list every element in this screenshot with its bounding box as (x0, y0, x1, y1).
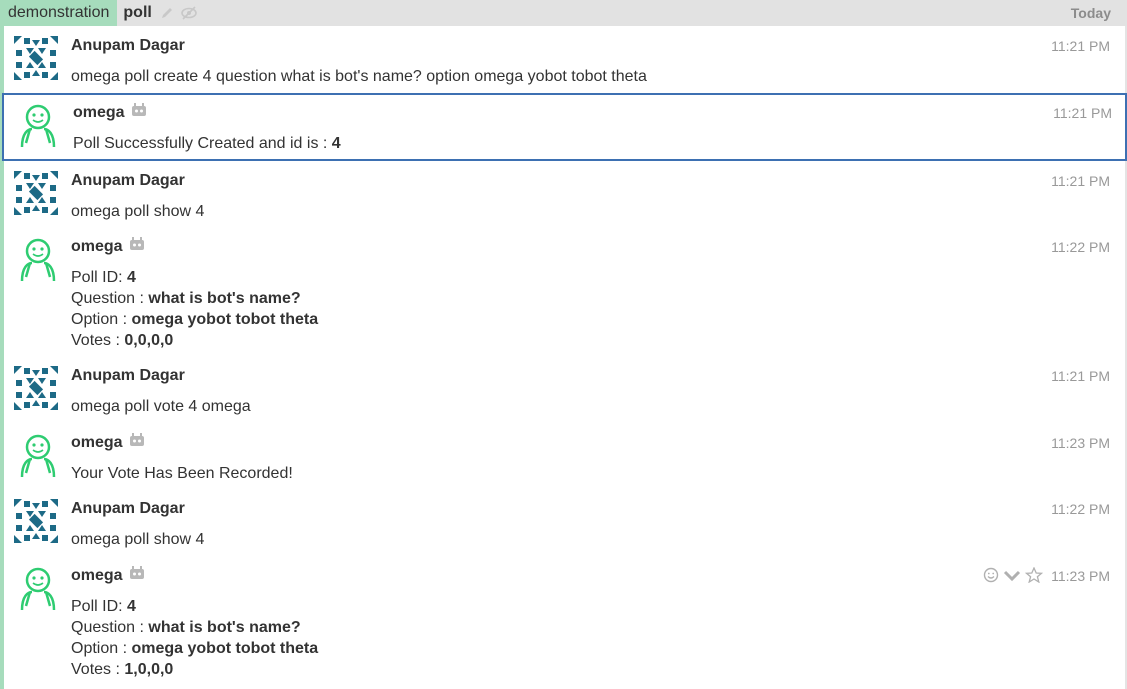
recipient-bar: demonstration poll Today (0, 0, 1127, 26)
bot-avatar[interactable] (16, 237, 60, 282)
poll-id-line: Poll ID: 4 (71, 269, 136, 286)
sender-name[interactable]: Anupam Dagar (71, 366, 185, 386)
message-time[interactable]: 11:21 PM (1051, 368, 1110, 384)
poll-option-line: Option : omega yobot tobot theta (71, 640, 319, 657)
sender-name[interactable]: omega (71, 433, 145, 453)
bot-avatar[interactable] (16, 103, 60, 148)
message-content: Poll ID: 4 Question : what is bot's name… (71, 596, 318, 680)
user-avatar[interactable] (14, 366, 58, 410)
message-time[interactable]: 11:21 PM (1051, 173, 1110, 189)
message-time[interactable]: 11:21 PM (1053, 105, 1112, 121)
message-content: Poll ID: 4 Question : what is bot's name… (71, 267, 318, 351)
pencil-icon[interactable] (160, 6, 174, 20)
message-row[interactable]: Anupam Dagar 11:21 PM omega poll vote 4 … (4, 356, 1125, 423)
poll-votes-line: Votes : 1,0,0,0 (71, 661, 174, 678)
bot-icon (129, 237, 145, 257)
bot-avatar[interactable] (16, 433, 60, 478)
poll-id-line: Poll ID: 4 (71, 598, 136, 615)
user-avatar[interactable] (14, 499, 58, 543)
stream-name[interactable]: demonstration (0, 0, 118, 26)
message-content: omega poll create 4 question what is bot… (71, 68, 647, 85)
message-content: omega poll vote 4 omega (71, 398, 251, 415)
message-content: Your Vote Has Been Recorded! (71, 465, 293, 482)
smile-icon[interactable] (983, 567, 999, 583)
message-time[interactable]: 11:22 PM (1051, 239, 1110, 255)
message-row-selected[interactable]: omega 11:21 PM Poll Successfully Created… (2, 93, 1127, 161)
sender-name[interactable]: omega (73, 103, 147, 123)
message-row[interactable]: omega 11:23 PM Your Vote Has Been Record… (4, 423, 1125, 489)
eye-slash-icon[interactable] (180, 6, 198, 20)
poll-option-line: Option : omega yobot tobot theta (71, 311, 319, 328)
bot-icon (129, 566, 145, 586)
message-content: omega poll show 4 (71, 203, 205, 220)
message-row[interactable]: omega 11:23 PM Poll ID: 4 Question : wha… (4, 556, 1125, 686)
message-content: Poll Successfully Created and id is : 4 (73, 135, 341, 152)
sender-name[interactable]: Anupam Dagar (71, 171, 185, 191)
message-actions (983, 567, 1043, 583)
sender-name[interactable]: Anupam Dagar (71, 36, 185, 56)
message-row[interactable]: Anupam Dagar 11:21 PM omega poll show 4 (4, 161, 1125, 227)
bot-icon (129, 433, 145, 453)
sender-name[interactable]: omega (71, 566, 145, 586)
message-row[interactable]: omega 11:22 PM Poll ID: 4 Question : wha… (4, 227, 1125, 355)
message-time[interactable]: 11:22 PM (1051, 501, 1110, 517)
message-time[interactable]: 11:23 PM (1051, 568, 1110, 584)
user-avatar[interactable] (14, 171, 58, 215)
sender-name[interactable]: Anupam Dagar (71, 499, 185, 519)
message-row[interactable]: Anupam Dagar 11:22 PM omega poll show 4 (4, 489, 1125, 556)
bot-avatar[interactable] (16, 566, 60, 611)
user-avatar[interactable] (14, 36, 58, 80)
poll-question-line: Question : what is bot's name? (71, 619, 301, 636)
message-row[interactable]: Anupam Dagar 11:21 PM omega poll create … (4, 26, 1125, 93)
star-icon[interactable] (1025, 567, 1043, 583)
bot-icon (131, 103, 147, 123)
date-label: Today (1070, 5, 1111, 21)
poll-question-line: Question : what is bot's name? (71, 290, 301, 307)
topic-name[interactable]: poll (123, 4, 151, 22)
message-content: omega poll show 4 (71, 531, 205, 548)
sender-name[interactable]: omega (71, 237, 145, 257)
message-time[interactable]: 11:23 PM (1051, 435, 1110, 451)
message-time[interactable]: 11:21 PM (1051, 38, 1110, 54)
poll-votes-line: Votes : 0,0,0,0 (71, 332, 174, 349)
chevron-down-icon[interactable] (1003, 567, 1021, 583)
